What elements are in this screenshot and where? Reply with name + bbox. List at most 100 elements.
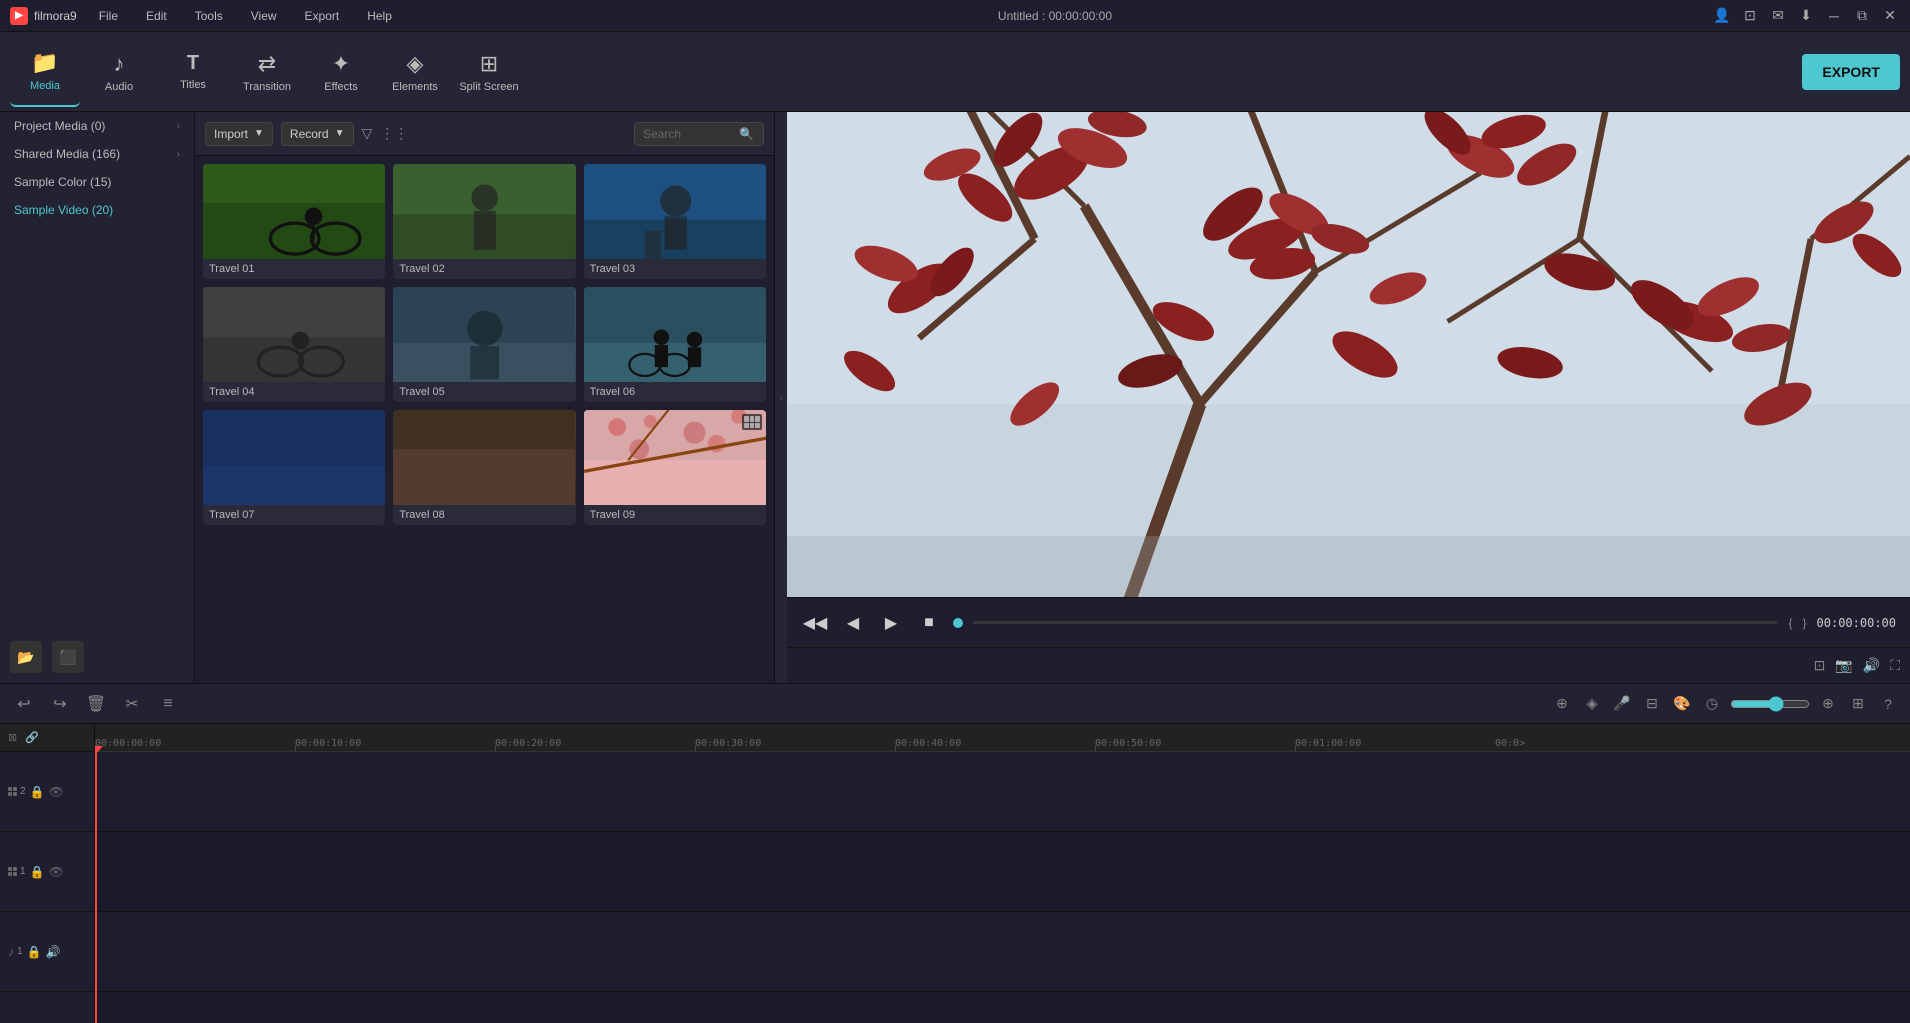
timemark-40: 00:00:40:00 <box>895 738 961 749</box>
minimize-button[interactable]: ─ <box>1824 6 1844 26</box>
magnetic-button[interactable]: ◈ <box>1580 692 1604 716</box>
preview-video <box>787 112 1910 597</box>
track2-lock-icon[interactable]: 🔒 <box>30 785 45 799</box>
step-back-button[interactable]: ◀ <box>839 609 867 637</box>
list-item[interactable]: Travel 06 <box>584 287 766 402</box>
microphone-button[interactable]: 🎤 <box>1610 692 1634 716</box>
sample-video-item[interactable]: Sample Video (20) <box>0 196 194 224</box>
stop-button[interactable]: ■ <box>915 609 943 637</box>
playhead[interactable] <box>95 752 97 1023</box>
snapshot-icon[interactable]: 📷 <box>1835 657 1852 674</box>
list-item[interactable]: Travel 03 <box>584 164 766 279</box>
media-item-label: Travel 04 <box>203 382 385 402</box>
collapse-handle[interactable]: ‹ <box>775 112 787 683</box>
track1-lock-icon[interactable]: 🔒 <box>30 865 45 879</box>
download-icon[interactable]: ⬇ <box>1796 6 1816 26</box>
color-button[interactable]: 🎨 <box>1670 692 1694 716</box>
add-track-button[interactable]: ⊕ <box>1550 692 1574 716</box>
menu-help[interactable]: Help <box>361 7 398 25</box>
toolbar-media[interactable]: 📁 Media <box>10 37 80 107</box>
tracks-container <box>95 752 1910 1023</box>
audio-icon: ♪ <box>114 51 125 77</box>
media-thumb <box>393 164 575 259</box>
open-folder-button[interactable]: ⬛ <box>52 641 84 673</box>
track-row-video1[interactable] <box>95 832 1910 912</box>
track-grid-icon <box>8 787 17 796</box>
help-button[interactable]: ? <box>1876 692 1900 716</box>
profile-icon[interactable]: 👤 <box>1712 6 1732 26</box>
snap-icon[interactable]: ⊠ <box>8 731 17 744</box>
fullscreen-icon[interactable]: ⛶ <box>1890 657 1900 674</box>
titles-label: Titles <box>180 79 206 91</box>
toolbar-split-screen[interactable]: ⊞ Split Screen <box>454 37 524 107</box>
mail-icon[interactable]: ✉ <box>1768 6 1788 26</box>
record-dropdown[interactable]: Record ▼ <box>281 122 354 146</box>
toolbar-transition[interactable]: ⇄ Transition <box>232 37 302 107</box>
search-input[interactable] <box>643 127 733 141</box>
close-button[interactable]: ✕ <box>1880 6 1900 26</box>
audio1-volume-icon[interactable]: 🔊 <box>46 945 61 959</box>
subtitle-button[interactable]: ⊟ <box>1640 692 1664 716</box>
media-toolbar: Import ▼ Record ▼ ▽ ⋮⋮ 🔍 <box>195 112 774 156</box>
track1-eye-icon[interactable]: 👁 <box>49 865 64 879</box>
media-thumb <box>393 287 575 382</box>
toolbar-audio[interactable]: ♪ Audio <box>84 37 154 107</box>
track-row-audio1[interactable] <box>95 912 1910 992</box>
shared-media-item[interactable]: Shared Media (166) › <box>0 140 194 168</box>
list-item[interactable]: Travel 05 <box>393 287 575 402</box>
go-to-start-button[interactable]: ◀◀ <box>801 609 829 637</box>
menu-file[interactable]: File <box>93 7 124 25</box>
audio1-lock-icon[interactable]: 🔒 <box>27 945 42 959</box>
titlebar-left: ▶ filmora9 File Edit Tools View Export H… <box>10 7 398 25</box>
timemark-30: 00:00:30:00 <box>695 738 761 749</box>
timemark-20: 00:00:20:00 <box>495 738 561 749</box>
toolbar-elements[interactable]: ◈ Elements <box>380 37 450 107</box>
link-icon[interactable]: 🔗 <box>25 731 39 744</box>
volume-icon[interactable]: 🔊 <box>1863 657 1880 674</box>
media-item-label: Travel 05 <box>393 382 575 402</box>
export-button[interactable]: EXPORT <box>1802 54 1900 90</box>
menu-export[interactable]: Export <box>299 7 346 25</box>
restore-button[interactable]: ⧉ <box>1852 6 1872 26</box>
list-item[interactable]: Travel 02 <box>393 164 575 279</box>
zoom-in-button[interactable]: ⊕ <box>1816 692 1840 716</box>
project-media-item[interactable]: Project Media (0) › <box>0 112 194 140</box>
progress-bar[interactable] <box>973 621 1778 624</box>
zoom-slider[interactable] <box>1730 696 1810 712</box>
speed-button[interactable]: ◷ <box>1700 692 1724 716</box>
toolbar-effects[interactable]: ✦ Effects <box>306 37 376 107</box>
redo-button[interactable]: ↪ <box>46 690 74 718</box>
delete-button[interactable]: 🗑 <box>82 690 110 718</box>
list-item[interactable]: Travel 08 <box>393 410 575 525</box>
undo-button[interactable]: ↩ <box>10 690 38 718</box>
play-button[interactable]: ▶ <box>877 609 905 637</box>
mark-out-button[interactable]: } <box>1803 616 1807 630</box>
pip-icon[interactable]: ⊡ <box>1814 657 1826 674</box>
mark-in-button[interactable]: { <box>1788 616 1792 630</box>
track2-eye-icon[interactable]: 👁 <box>49 785 64 799</box>
track-row-video2[interactable] <box>95 752 1910 832</box>
media-overlay-grid <box>742 414 762 430</box>
sample-color-item[interactable]: Sample Color (15) <box>0 168 194 196</box>
menu-edit[interactable]: Edit <box>140 7 173 25</box>
grid-view-icon[interactable]: ⋮⋮ <box>380 125 408 142</box>
menu-view[interactable]: View <box>245 7 283 25</box>
preview-panel: ◀◀ ◀ ▶ ■ { } 00:00:00:00 ⊡ 📷 🔊 ⛶ <box>787 112 1910 683</box>
list-item[interactable]: Travel 07 <box>203 410 385 525</box>
list-item[interactable]: Travel 01 <box>203 164 385 279</box>
media-item-label: Travel 08 <box>393 505 575 525</box>
media-thumb <box>584 164 766 259</box>
list-item[interactable]: Travel 09 <box>584 410 766 525</box>
toolbar-titles[interactable]: T Titles <box>158 37 228 107</box>
import-dropdown[interactable]: Import ▼ <box>205 122 273 146</box>
split-view-button[interactable]: ⊞ <box>1846 692 1870 716</box>
cut-button[interactable]: ✂ <box>118 690 146 718</box>
list-item[interactable]: Travel 04 <box>203 287 385 402</box>
search-icon[interactable]: 🔍 <box>739 127 754 141</box>
filter-icon[interactable]: ▽ <box>362 125 373 142</box>
properties-button[interactable]: ≡ <box>154 690 182 718</box>
share-icon[interactable]: ⊡ <box>1740 6 1760 26</box>
media-thumb <box>584 410 766 505</box>
add-folder-button[interactable]: 📂 <box>10 641 42 673</box>
menu-tools[interactable]: Tools <box>189 7 229 25</box>
